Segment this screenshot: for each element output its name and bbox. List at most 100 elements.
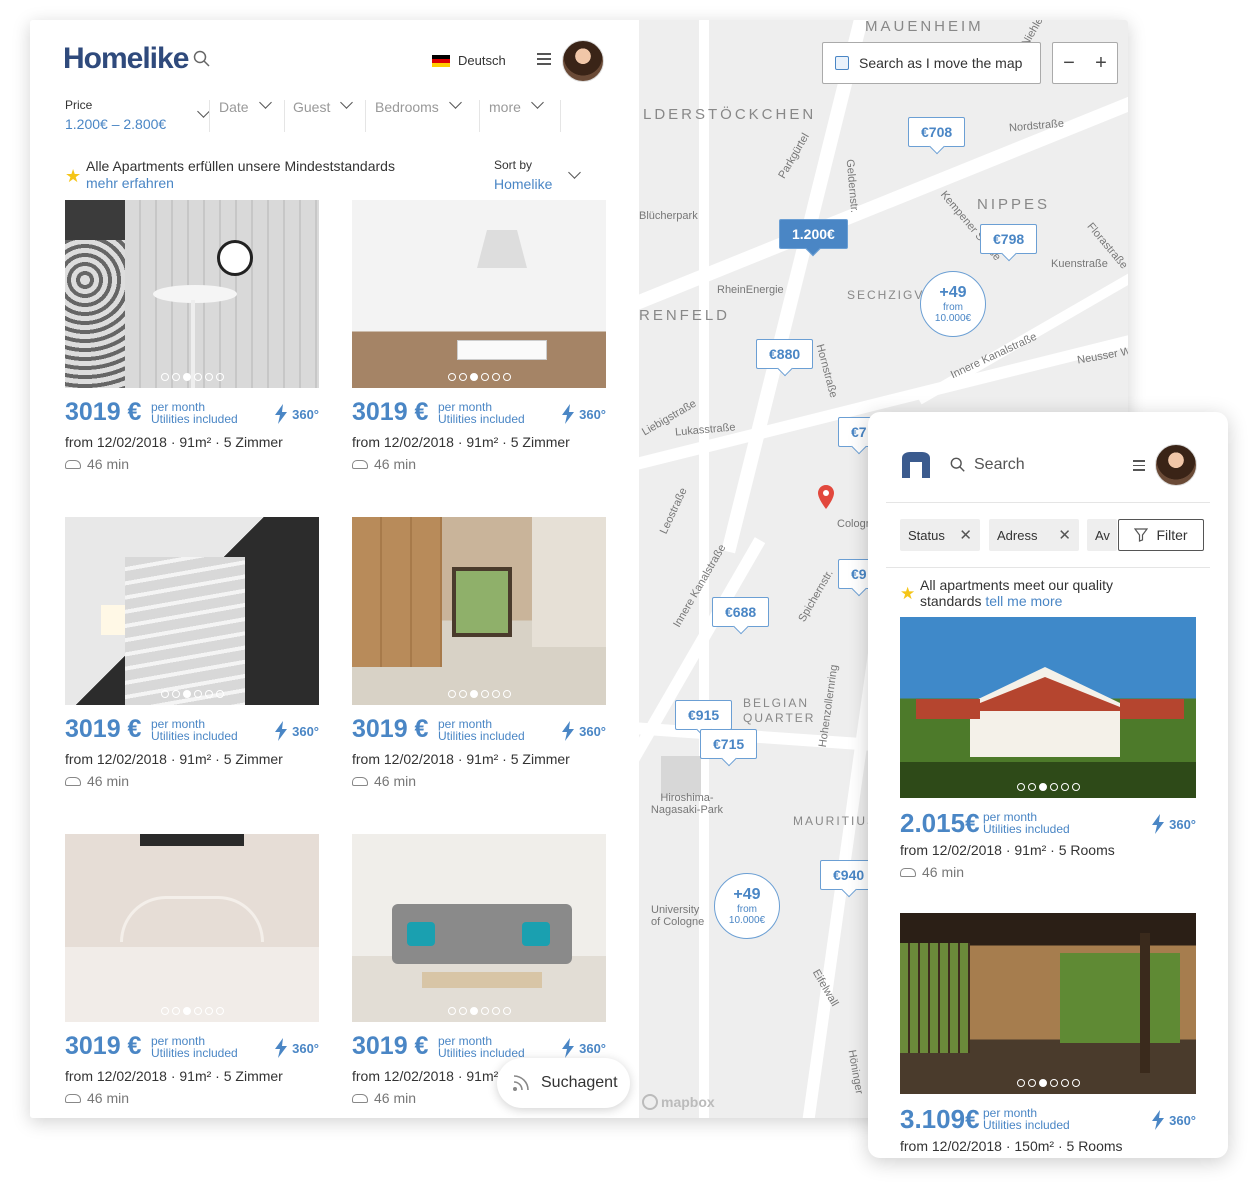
tour-label: 360° <box>292 723 319 739</box>
utilities-label: Utilities included <box>151 729 238 743</box>
listing-photo[interactable] <box>65 834 319 1022</box>
divider <box>479 100 480 132</box>
filter-chip-address[interactable]: Adress ✕ <box>989 519 1079 551</box>
tour-360-badge[interactable]: 360° <box>1151 814 1196 834</box>
cluster-count: +49 <box>939 284 967 301</box>
tour-360-badge[interactable]: 360° <box>561 1038 606 1058</box>
price-pin[interactable]: €715 <box>700 729 758 759</box>
price-pin[interactable]: €708 <box>908 117 966 147</box>
tour-label: 360° <box>579 1040 606 1056</box>
hamburger-menu-icon[interactable] <box>537 53 551 65</box>
search-agent-button[interactable]: Suchagent <box>497 1058 630 1108</box>
carousel-dots[interactable] <box>352 1007 606 1015</box>
close-icon[interactable]: ✕ <box>1058 526 1071 544</box>
guest-filter[interactable]: Guest <box>293 96 354 115</box>
sort-value[interactable]: Homelike <box>494 176 552 192</box>
listing-card[interactable]: 3019 € per month Utilities included 360° … <box>65 517 319 789</box>
cluster-marker[interactable]: +49 from 10.000€ <box>920 271 986 337</box>
lightning-icon <box>275 721 288 741</box>
hamburger-menu-icon[interactable] <box>1133 460 1145 471</box>
zoom-in-button[interactable]: + <box>1085 43 1117 83</box>
homelike-logo[interactable]: Homelike <box>63 42 189 76</box>
filter-button[interactable]: Filter <box>1118 519 1204 551</box>
date-filter[interactable]: Date <box>219 96 272 115</box>
divider <box>560 100 561 132</box>
tour-360-badge[interactable]: 360° <box>274 1038 319 1058</box>
more-filter[interactable]: more <box>489 96 544 115</box>
divider <box>284 100 285 132</box>
price-pin[interactable]: €688 <box>712 597 770 627</box>
divider <box>886 502 1210 503</box>
chevron-down-icon[interactable] <box>568 166 581 179</box>
language-switch[interactable]: Deutsch <box>432 53 506 68</box>
listing-card[interactable]: 3019 € per month Utilities included 360° … <box>352 517 606 789</box>
tour-360-badge[interactable]: 360° <box>274 404 319 424</box>
mapbox-label: mapbox <box>661 1094 715 1110</box>
german-flag-icon <box>432 54 450 67</box>
carousel-dots[interactable] <box>900 783 1196 791</box>
listing-card[interactable]: 2.015€ per month Utilities included 360° … <box>900 617 1196 880</box>
cluster-marker[interactable]: +49 from 10.000€ <box>714 873 780 939</box>
filter-chip-status[interactable]: Status ✕ <box>900 519 980 551</box>
language-label: Deutsch <box>458 53 506 68</box>
street-label: University of Cologne <box>651 904 705 928</box>
search-icon[interactable] <box>193 50 211 68</box>
district-label: BELGIAN QUARTER <box>743 696 816 725</box>
checkbox-icon[interactable] <box>835 56 849 70</box>
price-filter-value[interactable]: 1.200€ – 2.800€ <box>65 116 166 132</box>
price-filter-label: Price <box>65 98 93 112</box>
listing-card[interactable]: 3019 € per month Utilities included 360° … <box>65 200 319 472</box>
carousel-dots[interactable] <box>65 373 319 381</box>
travel-time: 46 min <box>65 773 319 789</box>
price-filter-dropdown[interactable] <box>187 105 210 124</box>
homelike-logo-icon[interactable] <box>902 452 930 478</box>
tour-label: 360° <box>579 723 606 739</box>
tour-label: 360° <box>292 1040 319 1056</box>
price-pin[interactable]: €915 <box>675 700 733 730</box>
listing-card[interactable]: 3019 € per month Utilities included 360° … <box>65 834 319 1106</box>
close-icon[interactable]: ✕ <box>959 526 972 544</box>
carousel-dots[interactable] <box>352 690 606 698</box>
listing-photo[interactable] <box>352 517 606 705</box>
price-note: per month Utilities included <box>438 401 525 425</box>
price-pin[interactable]: €880 <box>756 339 814 369</box>
tour-360-badge[interactable]: 360° <box>561 404 606 424</box>
price-note: per month Utilities included <box>438 1035 525 1059</box>
listing-card[interactable]: 3019 € per month Utilities included 360° … <box>352 200 606 472</box>
mapbox-attribution[interactable]: mapbox <box>642 1094 715 1110</box>
price-pin[interactable]: €798 <box>980 224 1038 254</box>
listing-photo[interactable] <box>900 617 1196 798</box>
location-pin-icon[interactable] <box>817 485 835 509</box>
bedrooms-filter[interactable]: Bedrooms <box>375 96 462 115</box>
listing-photo[interactable] <box>65 517 319 705</box>
tour-label: 360° <box>1169 1112 1196 1128</box>
mobile-search[interactable]: Search <box>950 456 1025 474</box>
listing-meta: from 12/02/2018 · 91m² · 5 Zimmer <box>352 434 570 450</box>
carousel-dots[interactable] <box>65 690 319 698</box>
listing-photo[interactable] <box>900 913 1196 1094</box>
carousel-dots[interactable] <box>900 1079 1196 1087</box>
zoom-out-button[interactable]: − <box>1053 43 1085 83</box>
tour-360-badge[interactable]: 360° <box>561 721 606 741</box>
street-label: Leostraße <box>657 486 690 536</box>
filter-chip-availability[interactable]: Av <box>1087 519 1117 551</box>
user-avatar[interactable] <box>562 40 604 82</box>
listing-photo[interactable] <box>65 200 319 388</box>
carousel-dots[interactable] <box>65 1007 319 1015</box>
learn-more-link[interactable]: mehr erfahren <box>86 175 395 192</box>
search-as-move-toggle[interactable]: Search as I move the map <box>822 42 1041 84</box>
guest-filter-label: Guest <box>293 99 331 115</box>
listing-photo[interactable] <box>352 834 606 1022</box>
car-icon <box>900 867 916 877</box>
user-avatar[interactable] <box>1155 444 1197 486</box>
price-pin-active[interactable]: 1.200€ <box>779 219 848 249</box>
duration-label: 46 min <box>87 1090 130 1106</box>
tour-360-badge[interactable]: 360° <box>274 721 319 741</box>
lightning-icon <box>562 404 575 424</box>
tell-me-more-link[interactable]: tell me more <box>985 593 1062 609</box>
listing-card[interactable]: 3.109€ per month Utilities included 360° … <box>900 913 1196 1154</box>
listing-photo[interactable] <box>352 200 606 388</box>
carousel-dots[interactable] <box>352 373 606 381</box>
tour-360-badge[interactable]: 360° <box>1151 1110 1196 1130</box>
chip-label: Status <box>908 527 945 543</box>
